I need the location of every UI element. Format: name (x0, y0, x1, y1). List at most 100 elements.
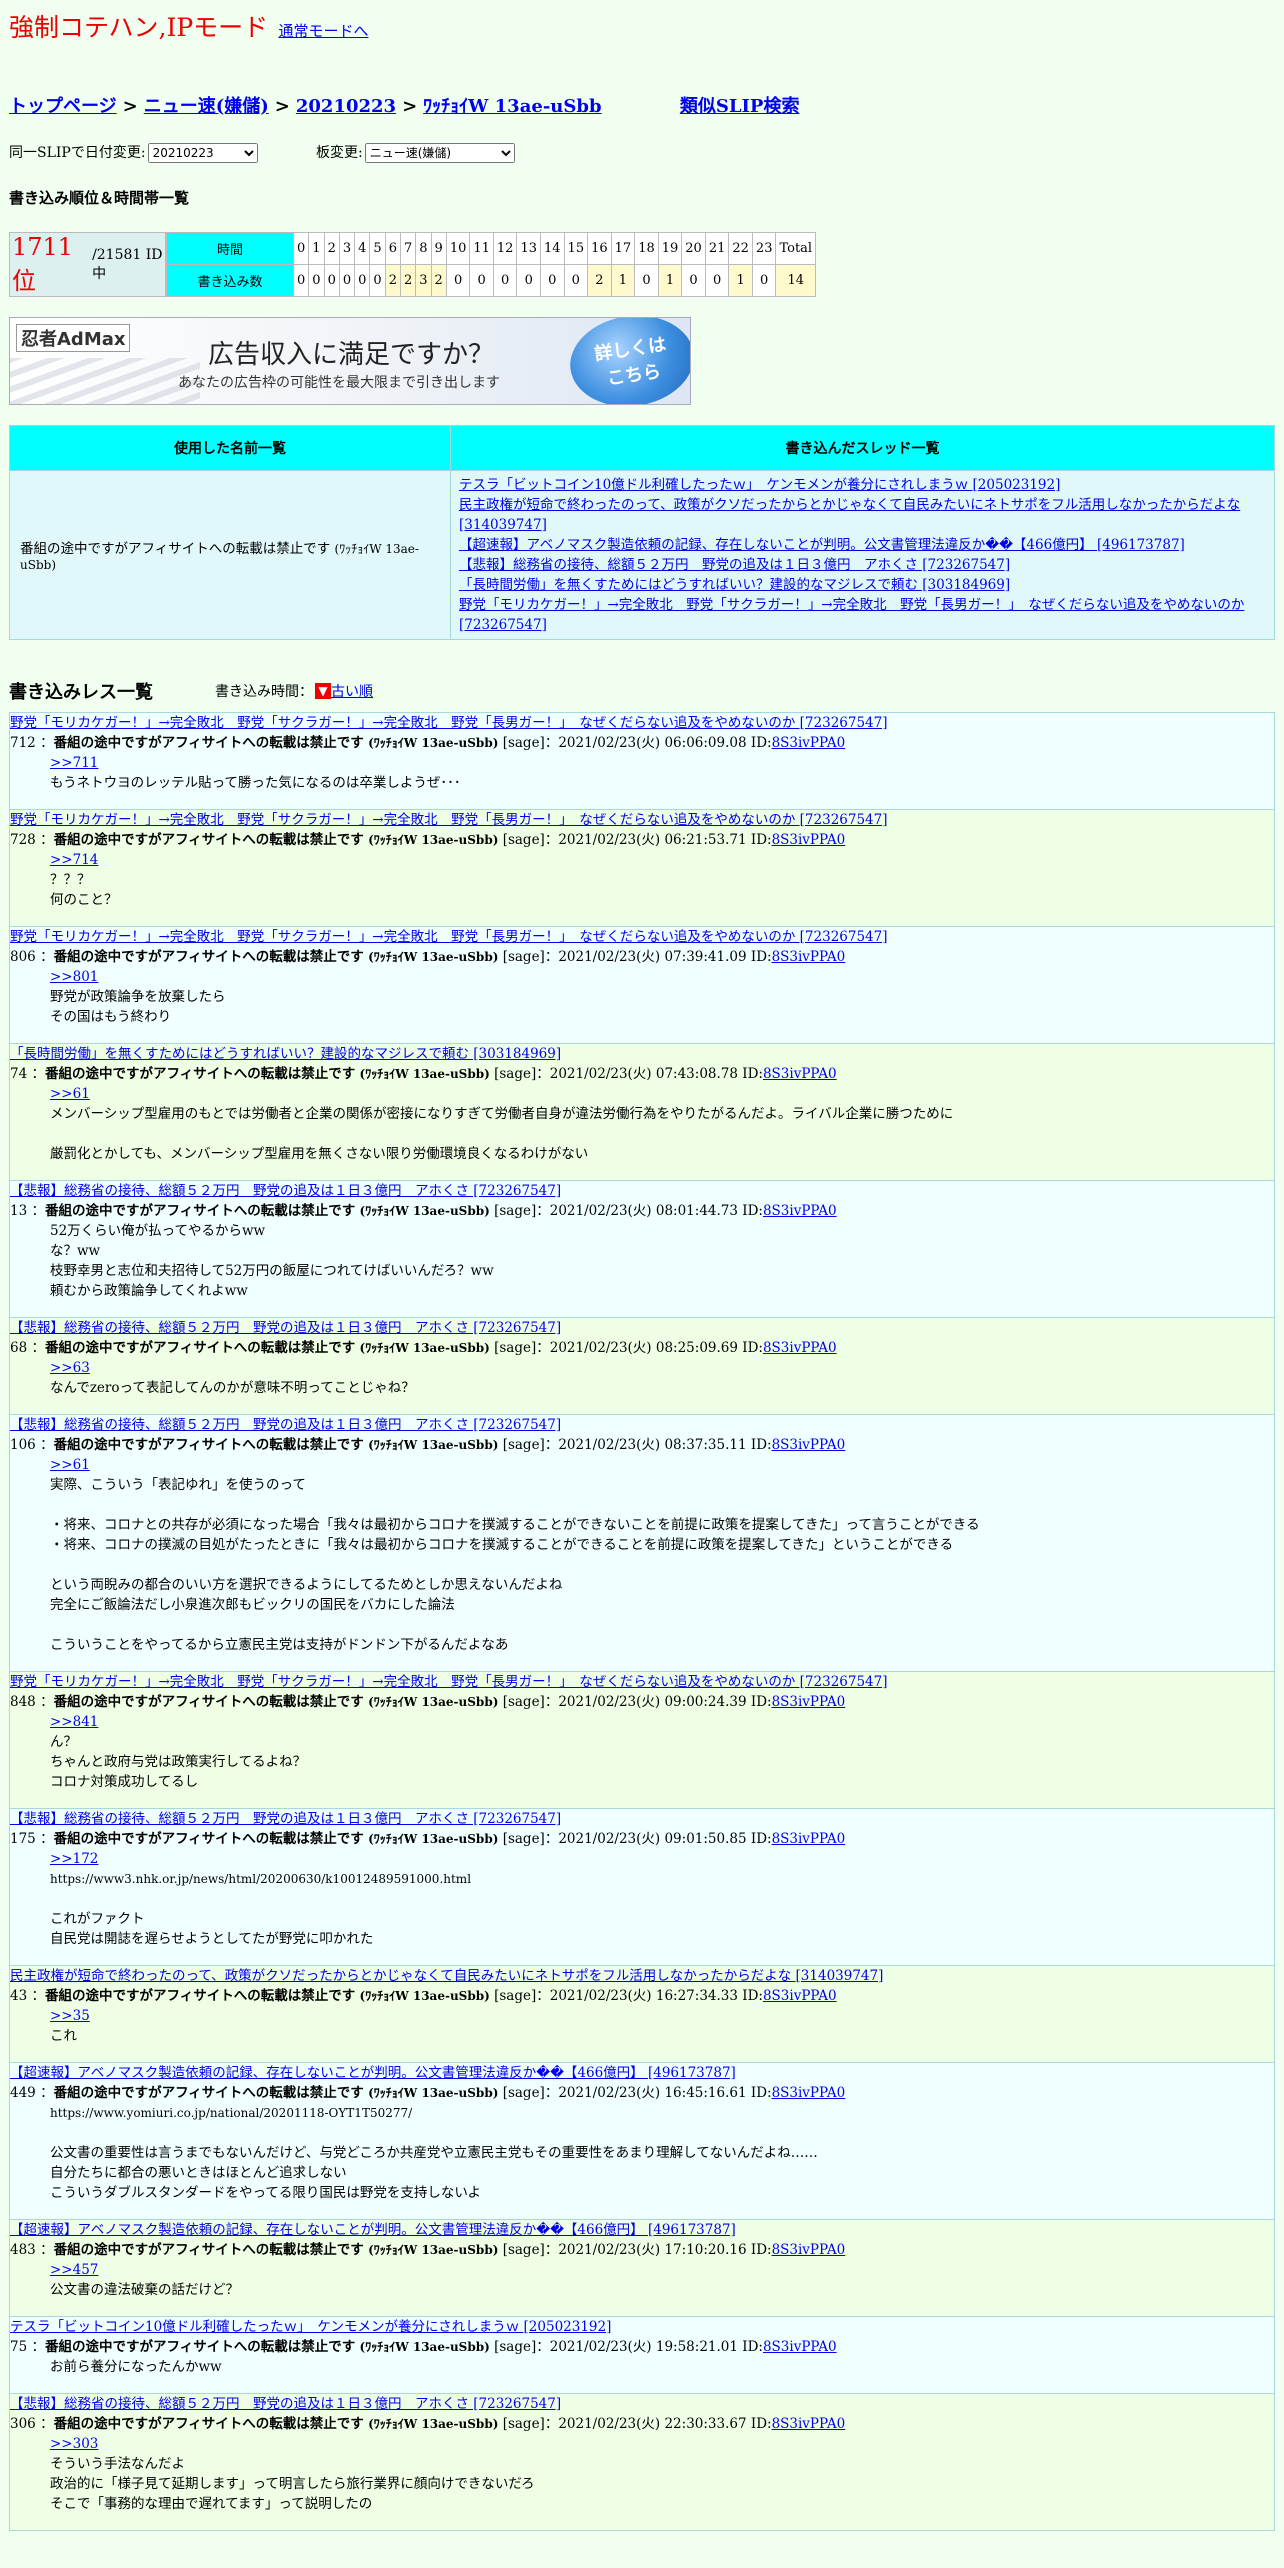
post-name: 番組の途中ですがアフィサイトへの転載は禁止です (53, 949, 364, 965)
post: 【超速報】アベノマスク製造依頼の記録、存在しないことが判明。公文書管理法違反か�… (9, 2063, 1275, 2220)
post-name: 番組の途中ですがアフィサイトへの転載は禁止です (53, 2085, 364, 2101)
hour-cell: 12 (493, 233, 517, 264)
post-id-link[interactable]: 8S3ivPPA0 (772, 1831, 846, 1847)
names-cell: 番組の途中ですがアフィサイトへの転載は禁止です (ﾜｯﾁｮｲW 13ae-uSb… (9, 470, 451, 640)
oldest-first-link[interactable]: 古い順 (331, 681, 373, 701)
reply-anchor-link[interactable]: >>61 (50, 1457, 90, 1473)
post-number: 68 (10, 1340, 28, 1356)
reply-anchor-link[interactable]: >>841 (50, 1714, 98, 1730)
thread-link[interactable]: テスラ「ビットコイン10億ドル利確したったｗ」 ケンモメンが養分にされしまうｗ … (459, 477, 1060, 493)
reply-anchor-link[interactable]: >>35 (50, 2008, 90, 2024)
count-cell: 0 (564, 265, 588, 296)
reply-anchor-link[interactable]: >>711 (50, 755, 98, 771)
post-body: https://www.yomiuri.co.jp/national/20201… (10, 2103, 1274, 2203)
post-number: 449 (10, 2085, 36, 2101)
post-name: 番組の途中ですがアフィサイトへの転載は禁止です (44, 2339, 356, 2355)
post-id-link[interactable]: 8S3ivPPA0 (772, 2085, 846, 2101)
post-id-link[interactable]: 8S3ivPPA0 (772, 2416, 846, 2432)
similar-slip-search-link[interactable]: 類似SLIP検索 (680, 96, 800, 117)
reply-anchor-link[interactable]: >>63 (50, 1360, 90, 1376)
post-body: >>801 野党が政策論争を放棄したら その国はもう終わり (10, 967, 1274, 1027)
post-id-link[interactable]: 8S3ivPPA0 (763, 2339, 837, 2355)
post-line (50, 1124, 1274, 1144)
post-slip: (ﾜｯﾁｮｲW 13ae-uSbb) (368, 950, 499, 964)
thread-link[interactable]: 民主政権が短命で終わったのって、政策がクソだったからとかじゃなくて自民みたいにネ… (459, 497, 1240, 533)
count-cell: 2 (431, 265, 446, 296)
board-select[interactable]: ニュー速(嫌儲) (364, 143, 515, 163)
post-thread-link[interactable]: 野党「モリカケガー！」→完全敗北 野党「サクラガー！」→完全敗北 野党「長男ガー… (10, 713, 1274, 733)
post-id-link[interactable]: 8S3ivPPA0 (763, 1340, 837, 1356)
post-thread-link[interactable]: 【悲報】総務省の接待、総額５２万円 野党の追及は１日３億円 アホくさ [7232… (10, 1809, 1274, 1829)
breadcrumb-separator: > (122, 96, 138, 117)
reply-anchor-link[interactable]: >>714 (50, 852, 98, 868)
count-cell: 0 (705, 265, 729, 296)
post-thread-link[interactable]: 野党「モリカケガー！」→完全敗北 野党「サクラガー！」→完全敗北 野党「長男ガー… (10, 1672, 1274, 1692)
post-thread-link[interactable]: 【悲報】総務省の接待、総額５２万円 野党の追及は１日３億円 アホくさ [7232… (10, 1318, 1274, 1338)
thread-link[interactable]: 「長時間労働」を無くすためにはどうすればいい？建設的なマジレスで頼む [3031… (459, 577, 1010, 593)
post-id-link[interactable]: 8S3ivPPA0 (772, 2242, 846, 2258)
post: 民主政権が短命で終わったのって、政策がクソだったからとかじゃなくて自民みたいにネ… (9, 1966, 1275, 2063)
breadcrumb-top[interactable]: トップページ (9, 96, 117, 117)
post-thread-link[interactable]: テスラ「ビットコイン10億ドル利確したったｗ」 ケンモメンが養分にされしまうｗ … (10, 2317, 1274, 2337)
breadcrumb-date[interactable]: 20210223 (296, 96, 396, 117)
post-id-link[interactable]: 8S3ivPPA0 (763, 1988, 837, 2004)
post-thread-link[interactable]: 【悲報】総務省の接待、総額５２万円 野党の追及は１日３億円 アホくさ [7232… (10, 2394, 1274, 2414)
thread-link[interactable]: 野党「モリカケガー！」→完全敗北 野党「サクラガー！」→完全敗北 野党「長男ガー… (459, 597, 1244, 633)
posts-title: 書き込みレス一覧 (9, 682, 153, 703)
ad-details-button[interactable]: 詳しくは こちら (564, 318, 690, 404)
ad-banner[interactable]: 忍者AdMax 広告収入に満足ですか？ あなたの広告枠の可能性を最大限まで引き出… (9, 317, 691, 405)
count-cell: 0 (294, 265, 309, 296)
post-line: >>303 (50, 2434, 1274, 2454)
breadcrumb-board[interactable]: ニュー速(嫌儲) (144, 96, 269, 117)
post-thread-link[interactable]: 民主政権が短命で終わったのって、政策がクソだったからとかじゃなくて自民みたいにネ… (10, 1966, 1274, 1986)
post-name: 番組の途中ですがアフィサイトへの転載は禁止です (53, 1437, 364, 1453)
date-select-label: 同一SLIPで日付変更: (9, 145, 146, 161)
post-thread-link[interactable]: 【悲報】総務省の接待、総額５２万円 野党の追及は１日３億円 アホくさ [7232… (10, 1181, 1274, 1201)
count-cell: 0 (339, 265, 355, 296)
post-id-link[interactable]: 8S3ivPPA0 (772, 832, 846, 848)
post-thread-link[interactable]: 【超速報】アベノマスク製造依頼の記録、存在しないことが判明。公文書管理法違反か�… (10, 2220, 1274, 2240)
reply-anchor-link[interactable]: >>172 (50, 1851, 98, 1867)
post-id-link[interactable]: 8S3ivPPA0 (772, 1694, 846, 1710)
post: 【超速報】アベノマスク製造依頼の記録、存在しないことが判明。公文書管理法違反か�… (9, 2220, 1275, 2317)
post-body: >>35 これ (10, 2006, 1274, 2046)
reply-anchor-link[interactable]: >>303 (50, 2436, 98, 2452)
count-cell: 2 (400, 265, 416, 296)
post-number: 483 (10, 2242, 36, 2258)
breadcrumb-slip[interactable]: ﾜｯﾁｮｲW 13ae-uSbb (423, 96, 601, 117)
thread-link[interactable]: 【悲報】総務省の接待、総額５２万円 野党の追及は１日３億円 アホくさ [7232… (459, 557, 1010, 573)
post-header: 75 ：番組の途中ですがアフィサイトへの転載は禁止です (ﾜｯﾁｮｲW 13ae… (10, 2339, 837, 2355)
thread-link[interactable]: 【超速報】アベノマスク製造依頼の記録、存在しないことが判明。公文書管理法違反か�… (459, 537, 1185, 553)
normal-mode-link[interactable]: 通常モードへ (278, 22, 368, 40)
post-line: ？？？ (50, 872, 91, 888)
reply-anchor-link[interactable]: >>457 (50, 2262, 98, 2278)
post-line: 野党が政策論争を放棄したら (50, 989, 226, 1005)
post-line: 枝野幸男と志位和夫招待して52万円の飯屋につれてけばいいんだろ？ww (50, 1263, 494, 1279)
hour-cell: 1 (309, 233, 324, 264)
post-id-link[interactable]: 8S3ivPPA0 (763, 1203, 837, 1219)
post-line: これ (50, 2028, 77, 2044)
post-line: 完全にご飯論法だし小泉進次郎もビックリの国民をバカにした論法 (50, 1597, 455, 1613)
post-number: 175 (10, 1831, 36, 1847)
reply-anchor-link[interactable]: >>61 (50, 1086, 90, 1102)
hour-cell: 21 (705, 233, 729, 264)
mode-bar: 強制コテハン,IPモード 通常モードへ (9, 8, 1275, 44)
post-thread-link[interactable]: 【悲報】総務省の接待、総額５２万円 野党の追及は１日３億円 アホくさ [7232… (10, 1415, 1274, 1435)
post-thread-link[interactable]: 野党「モリカケガー！」→完全敗北 野党「サクラガー！」→完全敗北 野党「長男ガー… (10, 810, 1274, 830)
post-thread-link[interactable]: 野党「モリカケガー！」→完全敗北 野党「サクラガー！」→完全敗北 野党「長男ガー… (10, 927, 1274, 947)
post-meta: [sage]：2021/02/23(火) 07:39:41.09 ID: (502, 949, 772, 965)
post-line (50, 1555, 1274, 1575)
post-header: 449 ：番組の途中ですがアフィサイトへの転載は禁止です (ﾜｯﾁｮｲW 13a… (10, 2085, 846, 2101)
post-line: という両睨みの都合のいい方を選択できるようにしてるためとしか思えないんだよね (50, 1577, 563, 1593)
date-select[interactable]: 20210223 (147, 143, 258, 163)
reply-anchor-link[interactable]: >>801 (50, 969, 98, 985)
post-id-link[interactable]: 8S3ivPPA0 (772, 735, 846, 751)
post-thread-link[interactable]: 「長時間労働」を無くすためにはどうすればいい？建設的なマジレスで頼む [3031… (10, 1044, 1274, 1064)
post-line: 公文書の違法破棄の話だけど？ (50, 2282, 239, 2298)
post-id-link[interactable]: 8S3ivPPA0 (763, 1066, 837, 1082)
hour-row-label: 時間 (167, 233, 293, 264)
post-id-link[interactable]: 8S3ivPPA0 (772, 949, 846, 965)
post-thread-link[interactable]: 【超速報】アベノマスク製造依頼の記録、存在しないことが判明。公文書管理法違反か�… (10, 2063, 1274, 2083)
post-id-link[interactable]: 8S3ivPPA0 (772, 1437, 846, 1453)
post-line: ん？ (50, 1734, 77, 1750)
